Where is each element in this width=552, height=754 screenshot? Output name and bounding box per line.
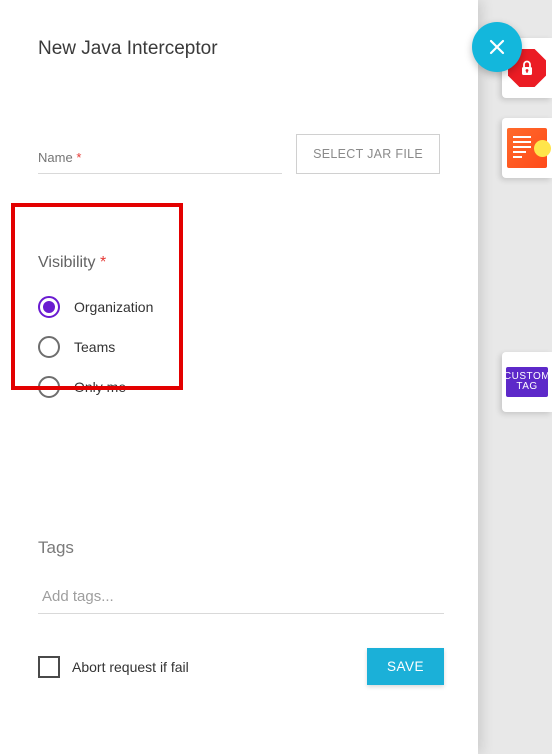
radio-label: Teams: [74, 339, 115, 355]
name-label: Name *: [38, 150, 81, 165]
tags-input[interactable]: [38, 580, 444, 614]
interceptor-panel: New Java Interceptor Name * SELECT JAR F…: [0, 0, 478, 754]
radio-icon: [38, 376, 60, 398]
required-marker: *: [76, 150, 81, 165]
name-field[interactable]: Name *: [38, 149, 282, 174]
tags-title: Tags: [38, 538, 444, 558]
checkbox-label: Abort request if fail: [72, 659, 189, 675]
save-button[interactable]: SAVE: [367, 648, 444, 685]
name-input-underline: [38, 173, 282, 174]
abort-if-fail-checkbox[interactable]: Abort request if fail: [38, 656, 189, 678]
radio-icon: [38, 336, 60, 358]
visibility-option-teams[interactable]: Teams: [38, 336, 440, 358]
panel-title: New Java Interceptor: [38, 38, 440, 60]
radio-icon: [38, 296, 60, 318]
tags-section: Tags: [38, 538, 444, 614]
notes-icon: [507, 128, 547, 168]
required-marker: *: [100, 254, 106, 271]
visibility-option-organization[interactable]: Organization: [38, 296, 440, 318]
radio-label: Organization: [74, 299, 153, 315]
side-widget-custom-tag[interactable]: CUSTOM TAG: [502, 352, 552, 412]
checkbox-icon: [38, 656, 60, 678]
close-button[interactable]: [472, 22, 522, 72]
visibility-option-only-me[interactable]: Only me: [38, 376, 440, 398]
visibility-title: Visibility *: [38, 254, 440, 272]
radio-label: Only me: [74, 379, 126, 395]
custom-tag-icon: CUSTOM TAG: [506, 367, 548, 397]
close-icon: [487, 37, 507, 57]
select-jar-button[interactable]: SELECT JAR FILE: [296, 134, 440, 174]
bulb-icon: [534, 140, 551, 157]
side-widget-notes[interactable]: [502, 118, 552, 178]
visibility-section: Visibility * Organization Teams Only me: [38, 254, 440, 398]
